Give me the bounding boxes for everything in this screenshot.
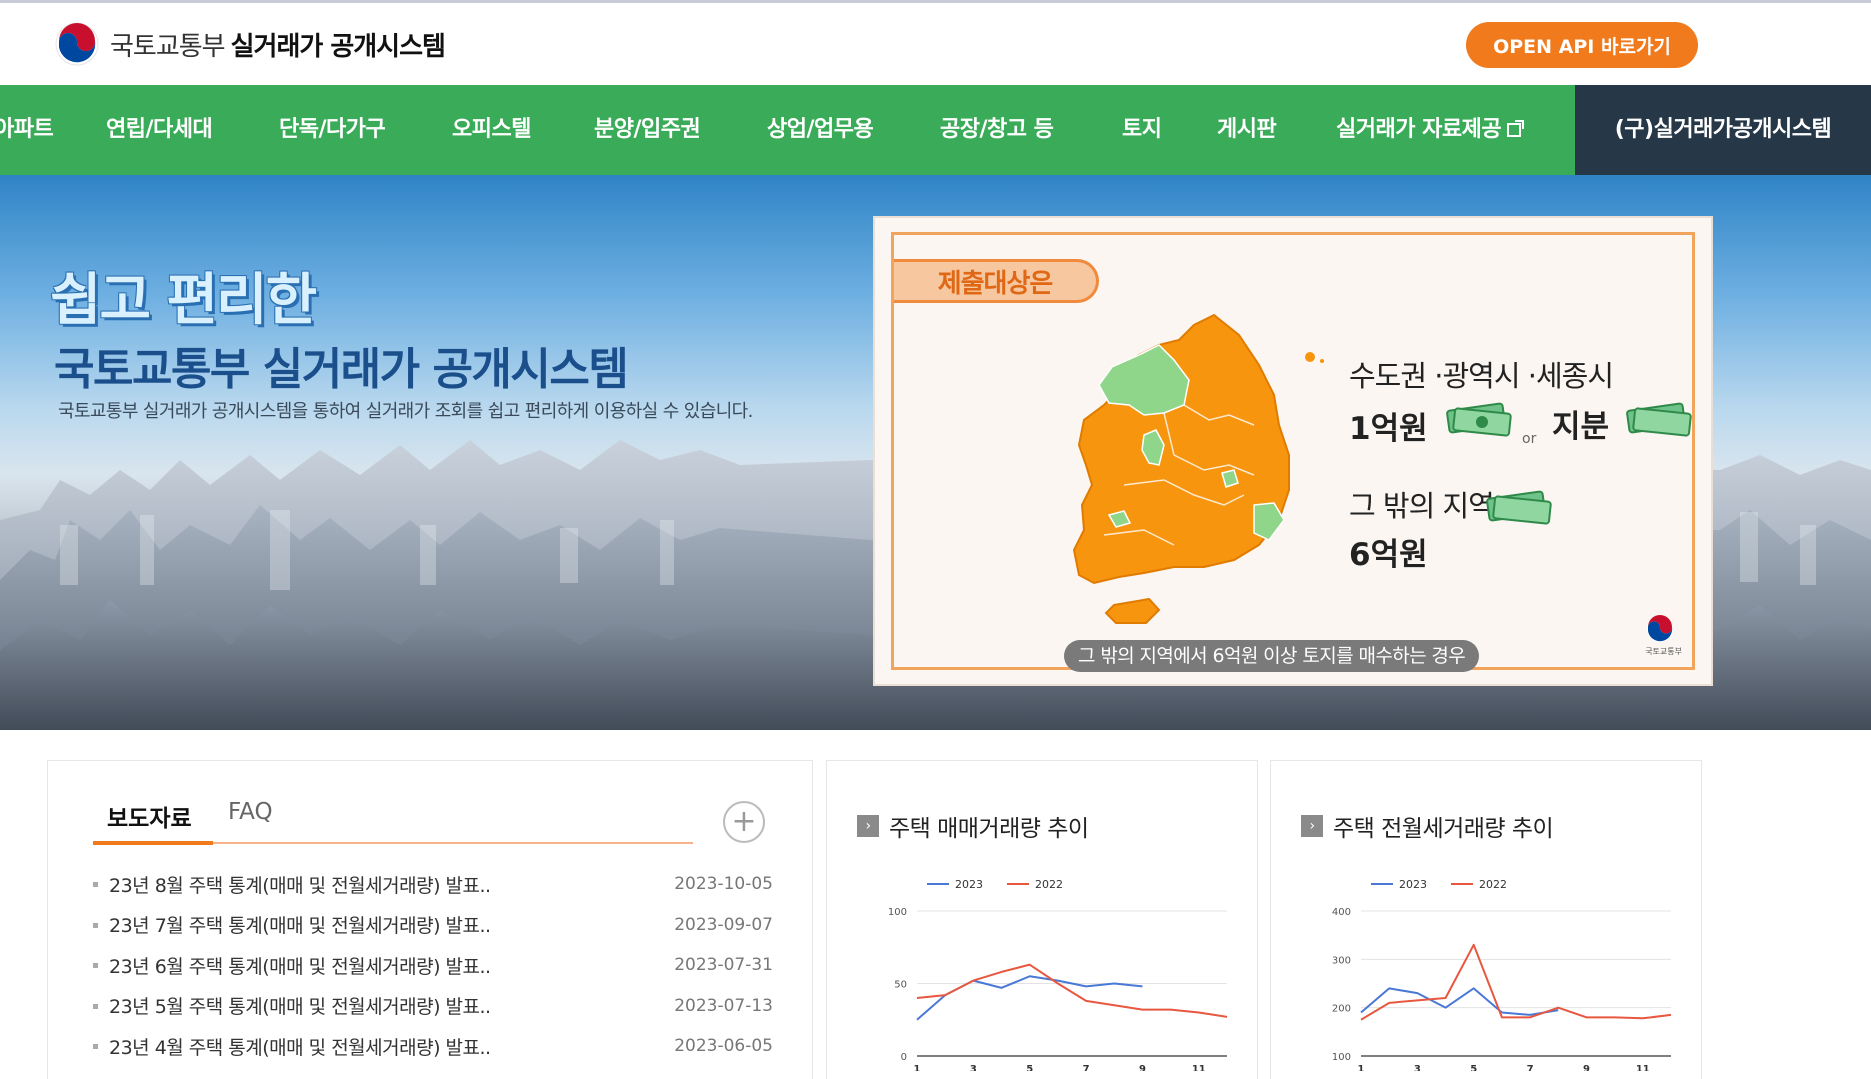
nav-item-officetel[interactable]: 오피스텔 [452,85,531,175]
tab-faq[interactable]: FAQ [228,799,273,825]
news-date: 2023-06-05 [674,1036,773,1057]
nav-item-board[interactable]: 게시판 [1217,85,1277,175]
chevron-right-icon: › [857,815,879,837]
nav-item-factory[interactable]: 공장/창고 등 [940,85,1054,175]
news-date: 2023-10-05 [674,874,773,895]
y-tick-label: 100 [888,907,907,918]
tab-press-release[interactable]: 보도자료 [107,799,192,833]
y-tick-label: 200 [1332,1004,1351,1015]
legend-label: 2022 [1035,878,1063,891]
money-icon-3 [1486,490,1552,525]
korea-map-icon [1072,313,1324,624]
list-item[interactable]: 23년 4월 주택 통계(매매 및 전월세거래량) 발표.. 2023-06-05 [93,1026,773,1067]
site-logo[interactable]: 국토교통부 실거래가 공개시스템 [54,21,446,67]
sale-volume-panel: › 주택 매매거래량 추이 2023 2022 0 50 100 1 3 5 7 9 11 [826,760,1258,1079]
x-tick-label: 3 [970,1064,977,1071]
nav-item-data-provision[interactable]: 실거래가 자료제공 [1336,85,1525,175]
active-tab-indicator [93,841,213,845]
x-tick-label: 1 [1358,1064,1365,1071]
nav-item-data-provision-label: 실거래가 자료제공 [1336,117,1502,142]
emblem-caption: 국토교통부 [1645,647,1682,656]
news-date: 2023-07-31 [674,955,773,976]
news-list: 23년 8월 주택 통계(매매 및 전월세거래량) 발표.. 2023-10-05… [93,864,773,1067]
video-line-capital: 수도권 ·광역시 ·세종시 [1349,359,1614,393]
y-tick-label: 300 [1332,955,1351,966]
government-emblem-small-icon [1647,615,1673,642]
video-amount-100m: 1억원 [1349,411,1428,447]
list-item[interactable]: 23년 7월 주택 통계(매매 및 전월세거래량) 발표.. 2023-09-07 [93,905,773,946]
nav-item-commercial[interactable]: 상업/업무용 [767,85,874,175]
series-line-2023 [916,975,1143,1021]
hero-title: 쉽고 편리한 [50,268,317,333]
hero-banner: 쉽고 편리한 국토교통부 실거래가 공개시스템 국토교통부 실거래가 공개시스템… [0,175,1871,730]
x-tick-label: 3 [1414,1064,1421,1071]
y-tick-label: 400 [1332,907,1351,918]
series-line-2023 [1360,987,1559,1016]
list-item[interactable]: 23년 8월 주택 통계(매매 및 전월세거래량) 발표.. 2023-10-05 [93,864,773,905]
news-date: 2023-07-13 [674,995,773,1016]
logo-text: 국토교통부 실거래가 공개시스템 [110,31,446,62]
open-api-button[interactable]: OPEN API 바로가기 [1466,22,1698,68]
more-news-button[interactable]: + [723,801,765,843]
nav-item-apartment[interactable]: 아파트 [0,85,54,175]
sale-panel-title-text: 주택 매매거래량 추이 [889,816,1089,842]
chevron-right-icon: › [1301,815,1323,837]
site-header: 국토교통부 실거래가 공개시스템 OPEN API 바로가기 [0,3,1871,85]
rent-volume-chart: 2023 2022 100 200 300 400 1 3 5 7 9 11 [1332,878,1672,1071]
money-icon-2 [1626,402,1692,437]
video-or: or [1522,431,1537,447]
legend-label: 2023 [955,878,983,891]
sale-panel-title[interactable]: › 주택 매매거래량 추이 [857,809,1089,843]
video-share: 지분 [1552,409,1610,445]
y-tick-label: 50 [894,980,907,991]
legend-label: 2022 [1479,878,1507,891]
x-tick-label: 9 [1583,1064,1590,1071]
government-emblem-icon [55,22,99,66]
x-tick-label: 5 [1026,1064,1033,1071]
nav-item-detached-house[interactable]: 단독/다가구 [279,85,386,175]
news-tabs: 보도자료 FAQ [93,799,693,844]
legend-label: 2023 [1399,878,1427,891]
money-icon [1446,402,1512,437]
news-title: 23년 4월 주택 통계(매매 및 전월세거래량) 발표.. [109,1036,491,1059]
external-link-icon [1507,120,1525,137]
promo-video[interactable]: 제출대상은 수도권 ·광역시 ·세종시 1억원 or 지분 그 밖의 지역 6억… [873,216,1713,686]
promo-video-frame: 제출대상은 수도권 ·광역시 ·세종시 1억원 or 지분 그 밖의 지역 6억… [891,232,1695,672]
x-tick-label: 7 [1527,1064,1534,1071]
x-tick-label: 7 [1083,1064,1090,1071]
news-title: 23년 8월 주택 통계(매매 및 전월세거래량) 발표.. [109,874,491,897]
x-tick-label: 11 [1636,1064,1650,1071]
news-title: 23년 7월 주택 통계(매매 및 전월세거래량) 발표.. [109,915,491,938]
list-item[interactable]: 23년 5월 주택 통계(매매 및 전월세거래량) 발표.. 2023-07-13 [93,986,773,1027]
x-tick-label: 9 [1139,1064,1146,1071]
nav-item-presale[interactable]: 분양/입주권 [594,85,701,175]
y-tick-label: 100 [1332,1052,1351,1063]
rent-volume-panel: › 주택 전월세거래량 추이 2023 2022 100 200 300 400 1 3 5 7 9… [1270,760,1702,1079]
nav-item-legacy-system[interactable]: (구)실거래가공개시스템 [1575,85,1871,175]
news-title: 23년 6월 주택 통계(매매 및 전월세거래량) 발표.. [109,955,491,978]
news-title: 23년 5월 주택 통계(매매 및 전월세거래량) 발표.. [109,996,491,1019]
rent-panel-title-text: 주택 전월세거래량 추이 [1333,816,1554,842]
video-line-other: 그 밖의 지역 [1349,489,1495,523]
hero-subtitle: 국토교통부 실거래가 공개시스템 [54,344,629,395]
x-tick-label: 1 [914,1064,921,1071]
sale-volume-chart: 2023 2022 0 50 100 1 3 5 7 9 11 [888,878,1228,1071]
video-amount-600m: 6억원 [1349,537,1428,573]
video-tag: 제출대상은 [894,259,1099,303]
x-tick-label: 11 [1192,1064,1206,1071]
hero-description: 국토교통부 실거래가 공개시스템을 통하여 실거래가 조회를 쉽고 편리하게 이… [58,401,753,422]
main-nav: 아파트 연립/다세대 단독/다가구 오피스텔 분양/입주권 상업/업무용 공장/… [0,85,1871,175]
series-line-2022 [916,963,1228,1018]
nav-item-multiplex[interactable]: 연립/다세대 [106,85,213,175]
x-tick-label: 5 [1470,1064,1477,1071]
video-caption: 그 밖의 지역에서 6억원 이상 토지를 매수하는 경우 [1064,640,1480,672]
news-date: 2023-09-07 [674,914,773,935]
nav-item-land[interactable]: 토지 [1122,85,1162,175]
rent-panel-title[interactable]: › 주택 전월세거래량 추이 [1301,809,1554,843]
y-tick-label: 0 [901,1052,907,1063]
news-panel: 보도자료 FAQ + 23년 8월 주택 통계(매매 및 전월세거래량) 발표.… [47,760,813,1079]
series-line-2022 [1360,943,1672,1021]
list-item[interactable]: 23년 6월 주택 통계(매매 및 전월세거래량) 발표.. 2023-07-31 [93,945,773,986]
